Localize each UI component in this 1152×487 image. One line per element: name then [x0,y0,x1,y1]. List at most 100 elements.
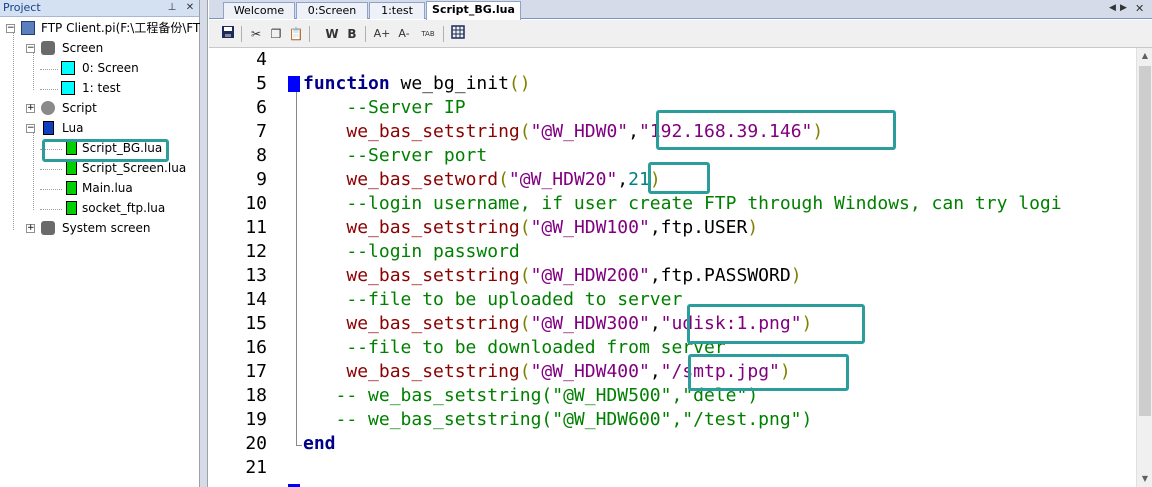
vertical-scrollbar[interactable]: ▲ ▼ [1136,48,1152,487]
panel-splitter[interactable] [200,0,208,487]
code-line[interactable]: 11 we_bas_setstring("@W_HDW100",ftp.USER… [209,216,1136,240]
tab-screen-0[interactable]: 0:Screen [296,2,368,19]
tab-scroll-left-icon[interactable]: ◀ [1109,3,1116,13]
code-token: we_bas_setstring [346,217,520,238]
line-number: 6 [256,97,267,118]
code-token: we_bas_setstring [346,361,520,382]
tree-item-system-screen[interactable]: + System screen [0,218,200,238]
font-increase-icon[interactable]: A+ [373,25,391,43]
code-token: --Server port [303,145,488,166]
tab-icon[interactable]: TAB [419,25,437,43]
code-token: ) [747,217,759,238]
code-token: ) [790,265,802,286]
expand-icon[interactable]: + [26,224,35,233]
code-text: end [303,432,336,456]
line-number: 20 [245,433,267,454]
line-number: 15 [245,313,267,334]
code-line[interactable]: 4 [209,48,1136,72]
highlight-box [687,304,865,344]
tree-item-label: Script [62,101,97,115]
tree-item-lua[interactable]: − Lua [0,118,200,138]
tree-item-socket-ftp[interactable]: socket_ftp.lua [0,198,200,218]
tab-script-bg[interactable]: Script_BG.lua [426,1,521,20]
lua-file-icon [66,181,77,195]
tree-item-label: 1: test [82,81,121,95]
tree-root[interactable]: − FTP Client.pi(F:\工程备份\FT [0,18,200,38]
collapse-icon[interactable]: − [26,44,35,53]
scroll-up-icon[interactable]: ▲ [1137,48,1152,64]
code-line[interactable]: 12 --login password [209,240,1136,264]
code-token: , [628,121,639,142]
code-token: "@W_HDW0" [530,121,629,142]
code-line[interactable]: 18 -- we_bas_setstring("@W_HDW500","dele… [209,384,1136,408]
tab-scroll-right-icon[interactable]: ▶ [1120,3,1127,13]
tab-close-icon[interactable]: ✕ [1135,2,1144,15]
collapse-icon[interactable]: − [6,24,15,33]
screen-icon [61,61,75,75]
scrollbar-thumb[interactable] [1139,66,1151,416]
code-token: we_bas_setstring [346,313,520,334]
tree-item-screen-1[interactable]: 1: test [0,78,200,98]
grid-icon[interactable] [449,25,467,43]
code-line[interactable]: 5 function we_bg_init() [209,72,1136,96]
paste-icon[interactable]: 📋 [287,25,305,43]
copy-icon[interactable]: ❐ [267,25,285,43]
tree-item-script[interactable]: + Script [0,98,200,118]
project-icon [21,21,35,35]
tree-item-screen-0[interactable]: 0: Screen [0,58,200,78]
tree-item-label: Main.lua [82,181,133,195]
code-line[interactable]: 14 --file to be uploaded to server [209,288,1136,312]
fold-marker[interactable] [288,76,300,92]
font-decrease-icon[interactable]: A- [395,25,413,43]
highlight-box [656,110,896,150]
code-token: ( [519,121,531,142]
highlight-box [688,354,849,391]
code-line[interactable]: 15 we_bas_setstring("@W_HDW300","udisk:1… [209,312,1136,336]
code-token: end [303,433,336,454]
code-token: ,ftp.USER [649,217,748,238]
script-gear-icon [41,101,55,115]
code-line[interactable]: 21 [209,456,1136,480]
editor-toolbar: ✂ ❐ 📋 W B A+ A- TAB [209,20,1152,48]
tree-item-label: Screen [62,41,104,55]
code-line[interactable]: 13 we_bas_setstring("@W_HDW200",ftp.PASS… [209,264,1136,288]
line-number: 18 [245,385,267,406]
tree-item-screen[interactable]: − Screen [0,38,200,58]
code-line[interactable]: 17 we_bas_setstring("@W_HDW400","/smtp.j… [209,360,1136,384]
lua-file-icon [66,201,77,215]
tab-test[interactable]: 1:test [369,2,425,19]
cut-icon[interactable]: ✂ [247,25,265,43]
tab-welcome[interactable]: Welcome [223,2,295,19]
code-text: -- we_bas_setstring("@W_HDW600","/test.p… [303,408,813,432]
scroll-down-icon[interactable]: ▼ [1137,471,1152,487]
expand-icon[interactable]: + [26,104,35,113]
project-title: Project [3,1,41,14]
line-number: 16 [245,337,267,358]
tree-item-label: socket_ftp.lua [82,201,166,215]
code-token: --Server IP [303,97,466,118]
code-token: -- we_bas_setstring("@W_HDW600","/test.p… [303,409,813,430]
code-line[interactable]: 10 --login username, if user create FTP … [209,192,1136,216]
code-line[interactable]: 16 --file to be downloaded from server [209,336,1136,360]
lua-folder-icon [43,121,54,135]
collapse-icon[interactable]: − [26,124,35,133]
code-text: --login password [303,240,519,264]
tab-bar: Welcome 0:Screen 1:test Script_BG.lua ◀ … [209,0,1152,20]
code-line[interactable]: 19 -- we_bas_setstring("@W_HDW600","/tes… [209,408,1136,432]
code-line[interactable]: 20 end [209,432,1136,456]
save-icon[interactable] [219,25,237,43]
screen-icon [61,81,75,95]
code-token: ( [519,313,531,334]
highlight-box [648,162,710,194]
line-number: 4 [256,49,267,70]
bold-icon[interactable]: B [343,25,361,43]
tree-item-main[interactable]: Main.lua [0,178,200,198]
close-icon[interactable]: ✕ [184,1,196,14]
code-editor[interactable]: 4 5 function we_bg_init() 6 --Server IP 7 we… [209,48,1136,487]
word-wrap-icon[interactable]: W [323,25,341,43]
pin-icon[interactable]: ⊥ [166,1,178,14]
code-token: "@W_HDW400" [530,361,650,382]
